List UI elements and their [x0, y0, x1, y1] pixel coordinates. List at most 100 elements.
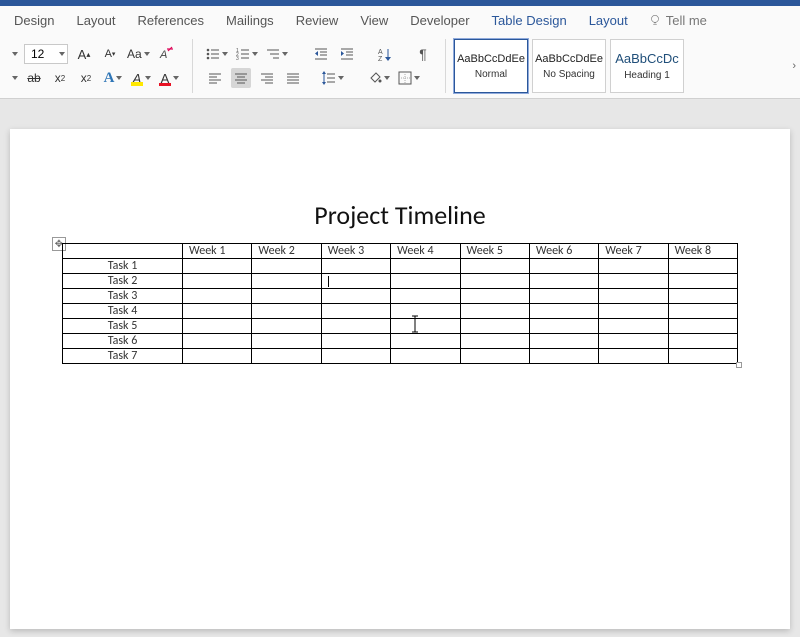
- align-left-button[interactable]: [205, 68, 225, 88]
- cell[interactable]: [252, 334, 321, 349]
- multilevel-list-button[interactable]: [265, 44, 289, 64]
- cell[interactable]: [321, 319, 390, 334]
- cell[interactable]: [252, 259, 321, 274]
- superscript-button[interactable]: x2: [76, 68, 96, 88]
- font-size-input[interactable]: [31, 47, 53, 61]
- increase-indent-button[interactable]: [337, 44, 357, 64]
- tab-view[interactable]: View: [350, 9, 398, 32]
- cell[interactable]: [252, 349, 321, 364]
- cell[interactable]: [391, 274, 460, 289]
- cell[interactable]: [599, 274, 668, 289]
- font-name-dropdown-icon[interactable]: [12, 52, 18, 56]
- style-normal[interactable]: AaBbCcDdEe Normal: [454, 39, 528, 93]
- cell[interactable]: [321, 334, 390, 349]
- task-5-label[interactable]: Task 5: [63, 319, 183, 334]
- page[interactable]: Project Timeline ✥ Week 1 Week 2 Week 3 …: [10, 129, 790, 629]
- highlight-button[interactable]: A: [130, 68, 152, 88]
- show-marks-button[interactable]: ¶: [413, 44, 433, 64]
- cell[interactable]: [460, 319, 529, 334]
- cell[interactable]: [599, 259, 668, 274]
- align-right-button[interactable]: [257, 68, 277, 88]
- col-week1[interactable]: Week 1: [183, 244, 252, 259]
- cell[interactable]: [391, 289, 460, 304]
- decrease-indent-button[interactable]: [311, 44, 331, 64]
- cell[interactable]: [668, 259, 737, 274]
- task-6-label[interactable]: Task 6: [63, 334, 183, 349]
- col-week5[interactable]: Week 5: [460, 244, 529, 259]
- col-week8[interactable]: Week 8: [668, 244, 737, 259]
- cell[interactable]: [599, 349, 668, 364]
- col-week4[interactable]: Week 4: [391, 244, 460, 259]
- font-name-dropdown-icon-2[interactable]: [12, 76, 18, 80]
- cell[interactable]: [668, 349, 737, 364]
- cell[interactable]: [321, 349, 390, 364]
- cell[interactable]: [252, 319, 321, 334]
- font-size-dropdown-icon[interactable]: [59, 52, 65, 56]
- cell[interactable]: [460, 349, 529, 364]
- task-7-label[interactable]: Task 7: [63, 349, 183, 364]
- styles-more-icon[interactable]: ›: [792, 60, 796, 72]
- table-resize-handle[interactable]: [736, 362, 742, 368]
- cell[interactable]: [529, 274, 598, 289]
- cell[interactable]: [529, 319, 598, 334]
- cell[interactable]: [529, 334, 598, 349]
- sort-button[interactable]: AZ: [375, 44, 395, 64]
- cell[interactable]: [460, 334, 529, 349]
- tab-design[interactable]: Design: [4, 9, 64, 32]
- font-color-button[interactable]: A: [158, 68, 180, 88]
- cell[interactable]: [668, 274, 737, 289]
- cell[interactable]: [252, 304, 321, 319]
- project-table[interactable]: Week 1 Week 2 Week 3 Week 4 Week 5 Week …: [62, 243, 738, 364]
- tell-me[interactable]: Tell me: [640, 9, 715, 32]
- cell[interactable]: [183, 289, 252, 304]
- task-4-label[interactable]: Task 4: [63, 304, 183, 319]
- cell[interactable]: [460, 274, 529, 289]
- cell[interactable]: [321, 259, 390, 274]
- cell[interactable]: [391, 259, 460, 274]
- cell[interactable]: [183, 334, 252, 349]
- cell[interactable]: [460, 304, 529, 319]
- subscript-button[interactable]: x2: [50, 68, 70, 88]
- tab-table-layout[interactable]: Layout: [579, 9, 638, 32]
- cell[interactable]: [529, 289, 598, 304]
- cell[interactable]: [529, 304, 598, 319]
- task-2-label[interactable]: Task 2: [63, 274, 183, 289]
- cell-cursor[interactable]: [321, 274, 390, 289]
- task-1-label[interactable]: Task 1: [63, 259, 183, 274]
- header-blank[interactable]: [63, 244, 183, 259]
- cell[interactable]: [668, 319, 737, 334]
- tab-table-design[interactable]: Table Design: [482, 9, 577, 32]
- cell[interactable]: [668, 334, 737, 349]
- cell[interactable]: [183, 259, 252, 274]
- cell[interactable]: [183, 274, 252, 289]
- cell[interactable]: [529, 259, 598, 274]
- cell[interactable]: [599, 289, 668, 304]
- cell[interactable]: [668, 304, 737, 319]
- cell[interactable]: [391, 334, 460, 349]
- tab-mailings[interactable]: Mailings: [216, 9, 284, 32]
- tab-review[interactable]: Review: [286, 9, 349, 32]
- cell[interactable]: [391, 304, 460, 319]
- cell[interactable]: [183, 319, 252, 334]
- cell[interactable]: [529, 349, 598, 364]
- justify-button[interactable]: [283, 68, 303, 88]
- cell[interactable]: [321, 289, 390, 304]
- cell[interactable]: [252, 289, 321, 304]
- cell[interactable]: [391, 349, 460, 364]
- cell[interactable]: [321, 304, 390, 319]
- style-no-spacing[interactable]: AaBbCcDdEe No Spacing: [532, 39, 606, 93]
- grow-font-button[interactable]: A▴: [74, 44, 94, 64]
- cell[interactable]: [668, 289, 737, 304]
- col-week3[interactable]: Week 3: [321, 244, 390, 259]
- task-3-label[interactable]: Task 3: [63, 289, 183, 304]
- tab-developer[interactable]: Developer: [400, 9, 479, 32]
- strikethrough-button[interactable]: ab: [24, 68, 44, 88]
- change-case-button[interactable]: Aa: [126, 44, 151, 64]
- borders-button[interactable]: [397, 68, 421, 88]
- cell[interactable]: [183, 349, 252, 364]
- tab-references[interactable]: References: [128, 9, 214, 32]
- cell[interactable]: [599, 304, 668, 319]
- bullets-button[interactable]: [205, 44, 229, 64]
- clear-formatting-button[interactable]: A: [157, 44, 177, 64]
- cell[interactable]: [391, 319, 460, 334]
